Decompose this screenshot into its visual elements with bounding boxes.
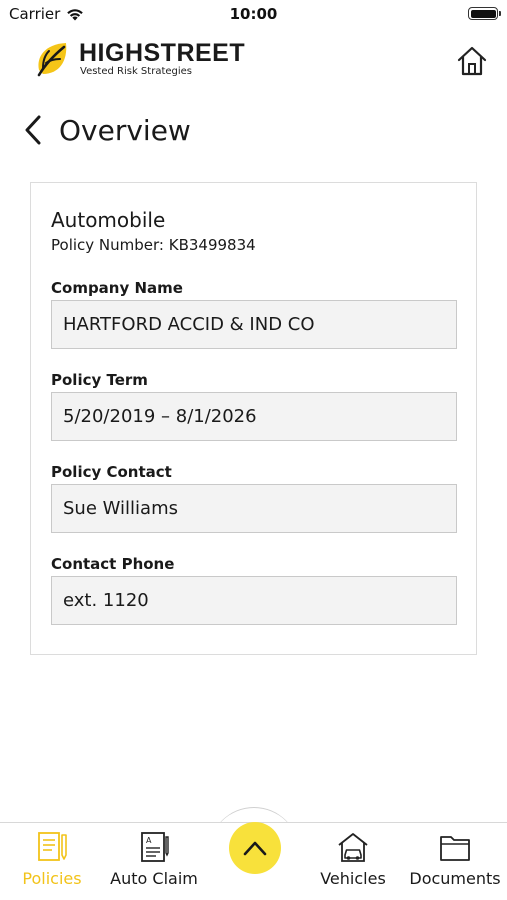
back-button[interactable] [22,110,48,150]
nav-item-policies[interactable]: Policies [2,829,102,888]
nav-item-vehicles[interactable]: Vehicles [303,829,403,888]
app-header: HIGHSTREET Vested Risk Strategies [0,36,507,86]
policies-icon [38,832,67,861]
policy-contact-field: Sue Williams [51,484,457,533]
status-bar: Carrier 10:00 [0,0,507,28]
leaf-logo-icon [37,43,67,77]
nav-item-documents[interactable]: Documents [405,829,505,888]
policy-contact-label: Policy Contact [51,463,172,481]
vehicles-icon [338,833,368,862]
chevron-up-icon [243,841,267,856]
brand-tagline: Vested Risk Strategies [80,66,193,77]
nav-label-auto-claim: Auto Claim [110,869,198,888]
home-icon [457,46,487,76]
nav-label-policies: Policies [22,869,82,888]
policy-number: Policy Number: KB3499834 [51,236,256,254]
contact-phone-field: ext. 1120 [51,576,457,625]
brand-logo: HIGHSTREET Vested Risk Strategies [33,39,245,79]
company-name-field: HARTFORD ACCID & IND CO [51,300,457,349]
policy-card: Automobile Policy Number: KB3499834 Comp… [30,182,477,655]
nav-label-vehicles: Vehicles [320,869,386,888]
documents-icon [440,836,470,861]
auto-claim-icon: A [141,832,169,862]
expand-menu-button[interactable] [229,822,281,874]
chevron-left-icon [25,115,41,145]
home-button[interactable] [455,44,489,78]
page-title: Overview [59,113,191,147]
company-name-label: Company Name [51,279,183,297]
page-header: Overview [22,108,191,152]
svg-text:A: A [146,836,152,845]
nav-item-auto-claim[interactable]: A Auto Claim [104,829,204,888]
brand-name: HIGHSTREET [79,39,246,67]
contact-phone-label: Contact Phone [51,555,175,573]
battery-icon [468,7,501,20]
policy-term-field: 5/20/2019 – 8/1/2026 [51,392,457,441]
nav-label-documents: Documents [409,869,501,888]
policy-type: Automobile [51,208,166,232]
status-time: 10:00 [229,5,278,23]
policy-term-label: Policy Term [51,371,148,389]
